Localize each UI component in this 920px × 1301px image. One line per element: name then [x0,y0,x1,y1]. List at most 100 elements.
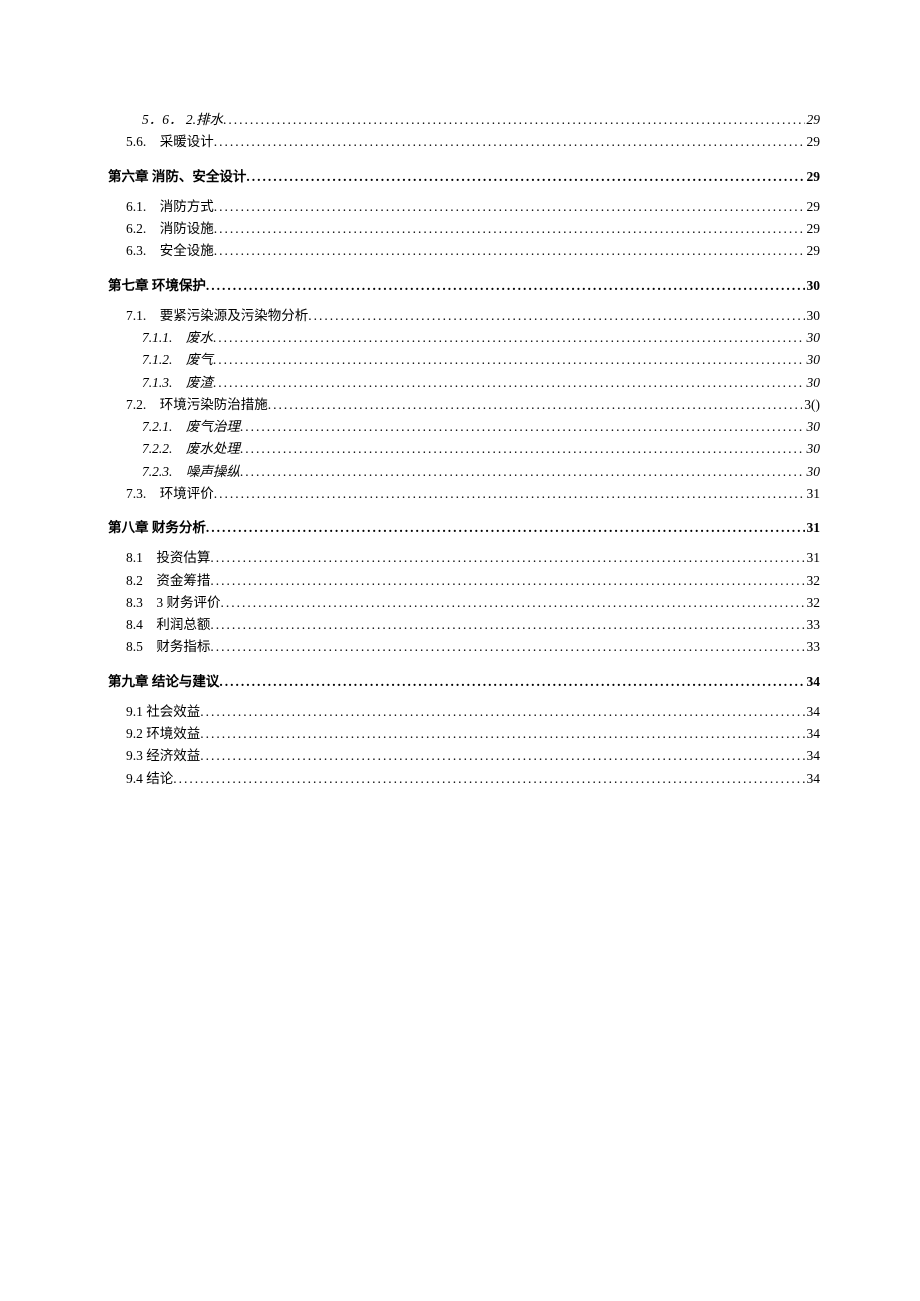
toc-entry: 9.3 经济效益 34 [108,746,820,766]
toc-label: 7.2.1. 废气治理 [108,417,240,437]
toc-leader [246,167,804,187]
toc-page-number: 29 [805,110,821,130]
toc-label: 5.6. 采暖设计 [108,132,214,152]
toc-entry: 第六章 消防、安全设计29 [108,167,820,187]
toc-page-number: 30 [805,462,821,482]
toc-page-number: 34 [805,672,821,692]
toc-label: 7.3. 环境评价 [108,484,214,504]
toc-label: 8.3 3 财务评价 [108,593,221,613]
toc-page-number: 30 [805,276,821,296]
toc-entry: 7.2.1. 废气治理30 [108,417,820,437]
toc-label: 9.2 环境效益 [108,724,200,744]
toc-entry: 7.2. 环境污染防治措施 3() [108,395,820,415]
toc-label: 7.2. 环境污染防治措施 [108,395,268,415]
toc-page-number: 32 [805,593,821,613]
toc-label: 7.1.3. 废渣 [108,373,213,393]
toc-page-number: 34 [805,702,821,722]
toc-page-number: 34 [805,769,821,789]
toc-leader [214,219,805,239]
toc-leader [214,132,805,152]
toc-leader [210,571,804,591]
toc-leader [213,373,805,393]
toc-entry: 7.2.2. 废水处理 30 [108,439,820,459]
toc-page-number: 34 [805,746,821,766]
toc-label: 7.1. 要紧污染源及污染物分析 [108,306,308,326]
toc-label: 9.1 社会效益 [108,702,200,722]
toc-page-number: 30 [805,328,821,348]
toc-leader [213,350,805,370]
toc-label: 8.1 投资估算 [108,548,210,568]
toc-entry: 7.3. 环境评价 31 [108,484,820,504]
toc-leader [200,724,804,744]
toc-entry: 7.1.2. 废气 30 [108,350,820,370]
toc-leader [240,439,805,459]
toc-page-number: 3() [802,395,820,415]
toc-leader [214,484,805,504]
toc-entry: 9.4 结论 34 [108,769,820,789]
toc-leader [219,672,804,692]
toc-entry: 7.1.1. 废水 30 [108,328,820,348]
toc-label: 9.4 结论 [108,769,173,789]
toc-leader [268,395,803,415]
toc-leader [206,276,805,296]
toc-leader [214,197,805,217]
toc-label: 7.2.2. 废水处理 [108,439,240,459]
toc-entry: 第九章 结论与建议 34 [108,672,820,692]
toc-label: 6.2. 消防设施 [108,219,214,239]
toc-label: 8.2 资金筹措 [108,571,210,591]
toc-leader [200,702,804,722]
toc-entry: 6.1. 消防方式29 [108,197,820,217]
toc-label: 7.1.2. 废气 [108,350,213,370]
toc-label: 第七章 环境保护 [108,276,206,296]
toc-page-number: 29 [805,197,821,217]
toc-leader [210,548,804,568]
toc-leader [200,746,804,766]
toc-label: 7.1.1. 废水 [108,328,213,348]
toc-entry: 8.1 投资估算 31 [108,548,820,568]
toc-entry: 8.5 财务指标 33 [108,637,820,657]
toc-entry: 9.2 环境效益 34 [108,724,820,744]
toc-entry: 7.1.3. 废渣 30 [108,373,820,393]
toc-leader [240,462,805,482]
toc-leader [206,518,805,538]
toc-leader [210,637,804,657]
toc-page-number: 30 [805,373,821,393]
toc-page-number: 33 [805,615,821,635]
toc-page-number: 33 [805,637,821,657]
toc-entry: 8.4 利润总额 33 [108,615,820,635]
toc-entry: 第八章 财务分析31 [108,518,820,538]
toc-leader [173,769,804,789]
toc-page-number: 31 [805,484,821,504]
toc-entry: 9.1 社会效益 34 [108,702,820,722]
toc-entry: 7.2.3. 噪声操纵 30 [108,462,820,482]
toc-entry: 8.2 资金筹措32 [108,571,820,591]
toc-label: 8.5 财务指标 [108,637,210,657]
document-page: 5．6． 2.排水295.6. 采暖设计29第六章 消防、安全设计296.1. … [0,0,920,851]
toc-label: 8.4 利润总额 [108,615,210,635]
toc-leader [223,110,805,130]
toc-leader [240,417,805,437]
toc-label: 第九章 结论与建议 [108,672,219,692]
toc-label: 6.3. 安全设施 [108,241,214,261]
toc-leader [221,593,805,613]
toc-leader [308,306,804,326]
toc-label: 第八章 财务分析 [108,518,206,538]
toc-leader [213,328,805,348]
toc-label: 7.2.3. 噪声操纵 [108,462,240,482]
toc-label: 9.3 经济效益 [108,746,200,766]
toc-page-number: 34 [805,724,821,744]
toc-page-number: 30 [805,439,821,459]
toc-leader [210,615,804,635]
toc-entry: 5．6． 2.排水29 [108,110,820,130]
toc-page-number: 30 [805,306,821,326]
toc-page-number: 31 [805,548,821,568]
toc-entry: 6.2. 消防设施 29 [108,219,820,239]
toc-page-number: 29 [805,132,821,152]
toc-page-number: 29 [805,219,821,239]
toc-entry: 第七章 环境保护 30 [108,276,820,296]
toc-entry: 7.1. 要紧污染源及污染物分析 30 [108,306,820,326]
toc-page-number: 30 [805,350,821,370]
toc-entry: 5.6. 采暖设计 29 [108,132,820,152]
toc-page-number: 29 [805,241,821,261]
toc-page-number: 29 [805,167,821,187]
